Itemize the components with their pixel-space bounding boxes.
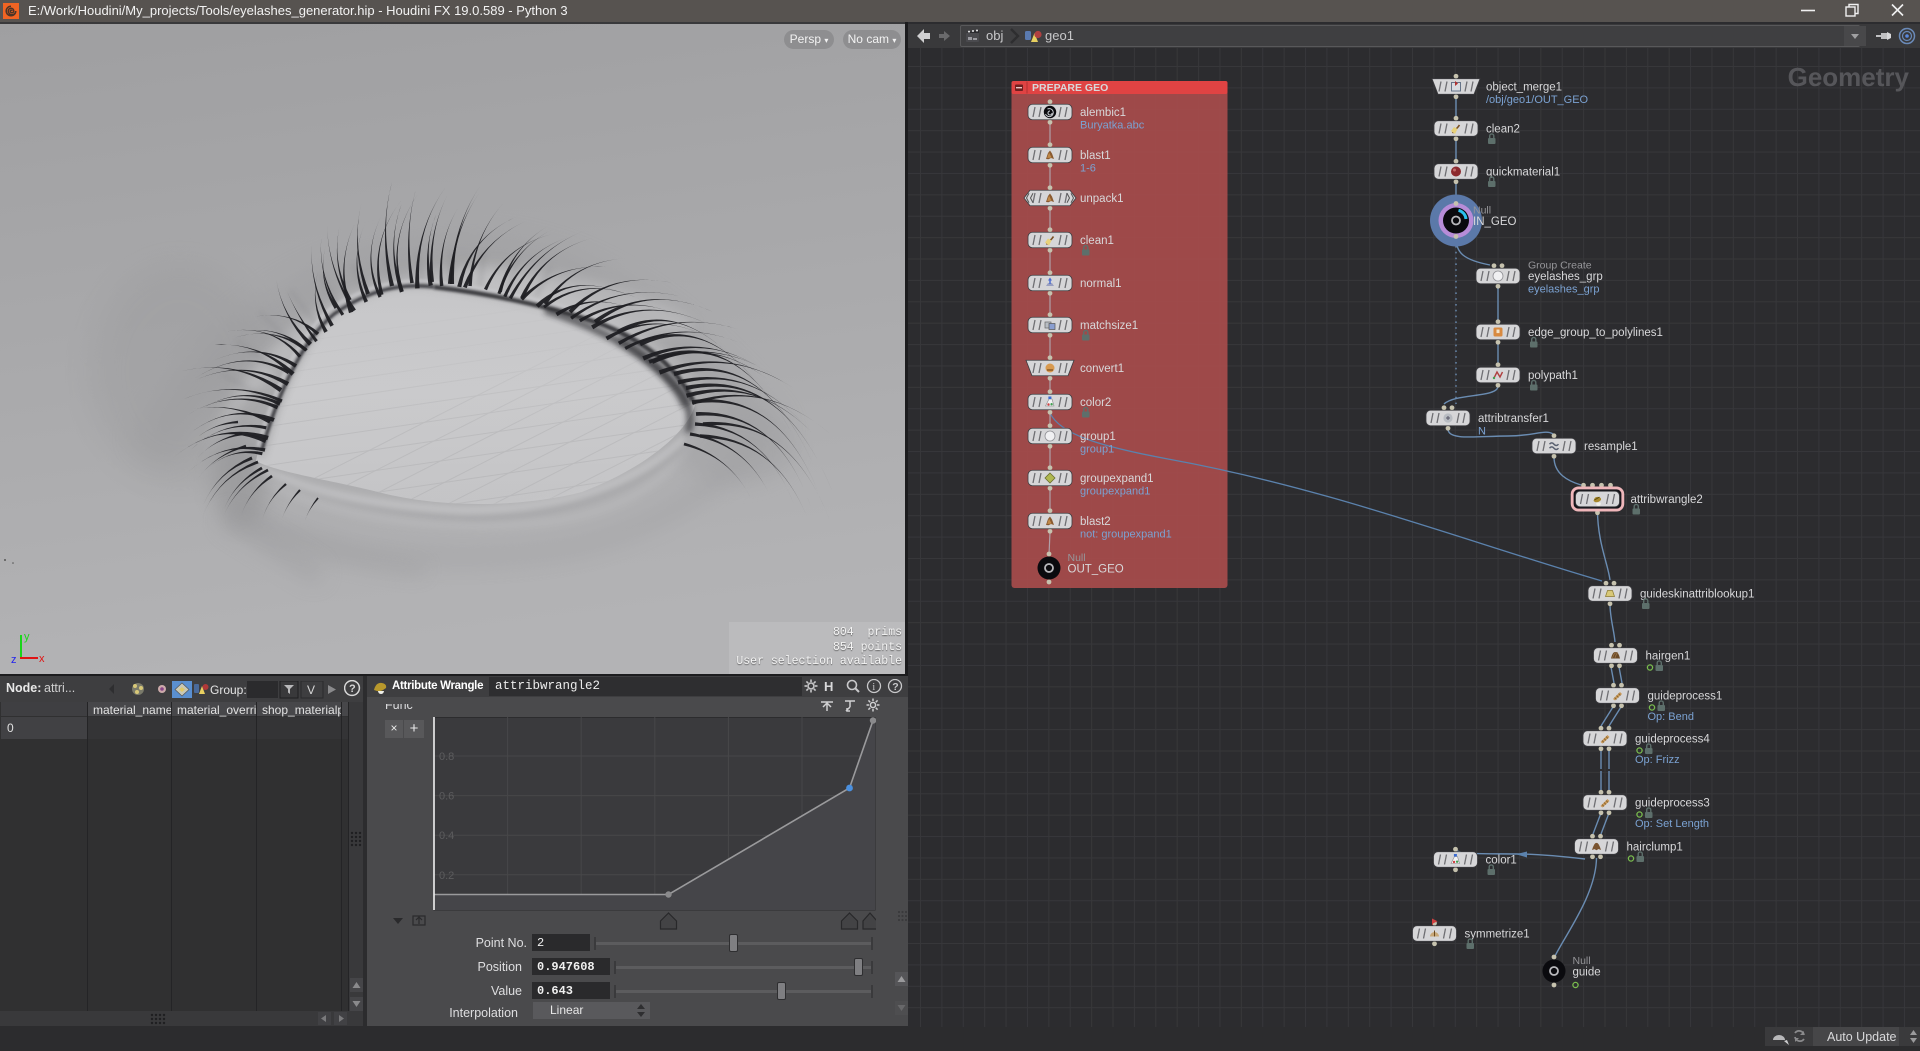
svg-text:PREPARE GEO: PREPARE GEO — [1032, 82, 1108, 94]
svg-text:unpack1: unpack1 — [1080, 193, 1123, 205]
svg-text:attribtransfer1: attribtransfer1 — [1478, 413, 1549, 425]
svg-text:OUT_GEO: OUT_GEO — [1068, 564, 1124, 576]
svg-text:normal1: normal1 — [1080, 278, 1122, 290]
svg-text:guideprocess1: guideprocess1 — [1648, 691, 1723, 703]
svg-text:0.4: 0.4 — [439, 830, 454, 842]
svg-text:eyelashes_grp: eyelashes_grp — [1528, 284, 1600, 296]
svg-text:N: N — [1478, 426, 1486, 438]
svg-text:H: H — [824, 679, 833, 694]
svg-text:edge_group_to_polylines1: edge_group_to_polylines1 — [1528, 327, 1663, 339]
svg-text:attribwrangle2: attribwrangle2 — [1631, 494, 1703, 506]
svg-text:Group Create: Group Create — [1528, 260, 1592, 272]
svg-text:y: y — [24, 631, 30, 643]
svg-text:IN_GEO: IN_GEO — [1473, 216, 1517, 228]
svg-text:i: i — [872, 682, 875, 693]
svg-text:quickmaterial1: quickmaterial1 — [1486, 167, 1560, 179]
svg-text:guide: guide — [1573, 967, 1601, 979]
svg-text:blast1: blast1 — [1080, 150, 1111, 162]
svg-text:hairgen1: hairgen1 — [1646, 651, 1691, 663]
svg-text:0.8: 0.8 — [439, 751, 454, 763]
svg-text:groupexpand1: groupexpand1 — [1080, 486, 1150, 498]
svg-text:Null: Null — [1473, 205, 1491, 217]
svg-text:not: groupexpand1: not: groupexpand1 — [1080, 529, 1172, 541]
svg-text:V: V — [307, 683, 315, 697]
svg-text:blast2: blast2 — [1080, 516, 1111, 528]
svg-text:Auto Update: Auto Update — [1827, 1030, 1897, 1044]
svg-text:Op: Bend: Op: Bend — [1648, 711, 1694, 723]
svg-text:guideprocess3: guideprocess3 — [1635, 798, 1710, 810]
svg-text:/obj/geo1/OUT_GEO: /obj/geo1/OUT_GEO — [1486, 94, 1589, 106]
svg-text:0.2: 0.2 — [439, 870, 454, 882]
svg-text:hairclump1: hairclump1 — [1627, 842, 1683, 854]
svg-text:?: ? — [349, 683, 356, 695]
svg-text:groupexpand1: groupexpand1 — [1080, 473, 1154, 485]
svg-text:Buryatka.abc: Buryatka.abc — [1080, 120, 1145, 132]
svg-text:0.6: 0.6 — [439, 791, 454, 803]
svg-text:matchsize1: matchsize1 — [1080, 320, 1138, 332]
svg-text:Op: Set Length: Op: Set Length — [1635, 818, 1709, 830]
svg-text:Null: Null — [1573, 955, 1591, 967]
svg-text:Op: Frizz: Op: Frizz — [1635, 754, 1680, 766]
svg-text:group1: group1 — [1080, 444, 1114, 456]
svg-text:guideskinattriblookup1: guideskinattriblookup1 — [1640, 589, 1754, 601]
svg-text:object_merge1: object_merge1 — [1486, 82, 1562, 94]
svg-text:guideprocess4: guideprocess4 — [1635, 734, 1710, 746]
svg-text:convert1: convert1 — [1080, 363, 1124, 375]
svg-text:alembic1: alembic1 — [1080, 107, 1126, 119]
svg-text:symmetrize1: symmetrize1 — [1465, 929, 1530, 941]
svg-text:z: z — [11, 654, 17, 666]
svg-text:eyelashes_grp: eyelashes_grp — [1528, 271, 1603, 283]
svg-text:Group:: Group: — [210, 683, 247, 697]
svg-text:?: ? — [892, 681, 898, 693]
svg-text:1-6: 1-6 — [1080, 163, 1096, 175]
svg-text:resample1: resample1 — [1584, 441, 1638, 453]
svg-text:group1: group1 — [1080, 431, 1116, 443]
svg-text:Null: Null — [1068, 552, 1086, 564]
svg-text:x: x — [39, 653, 45, 665]
